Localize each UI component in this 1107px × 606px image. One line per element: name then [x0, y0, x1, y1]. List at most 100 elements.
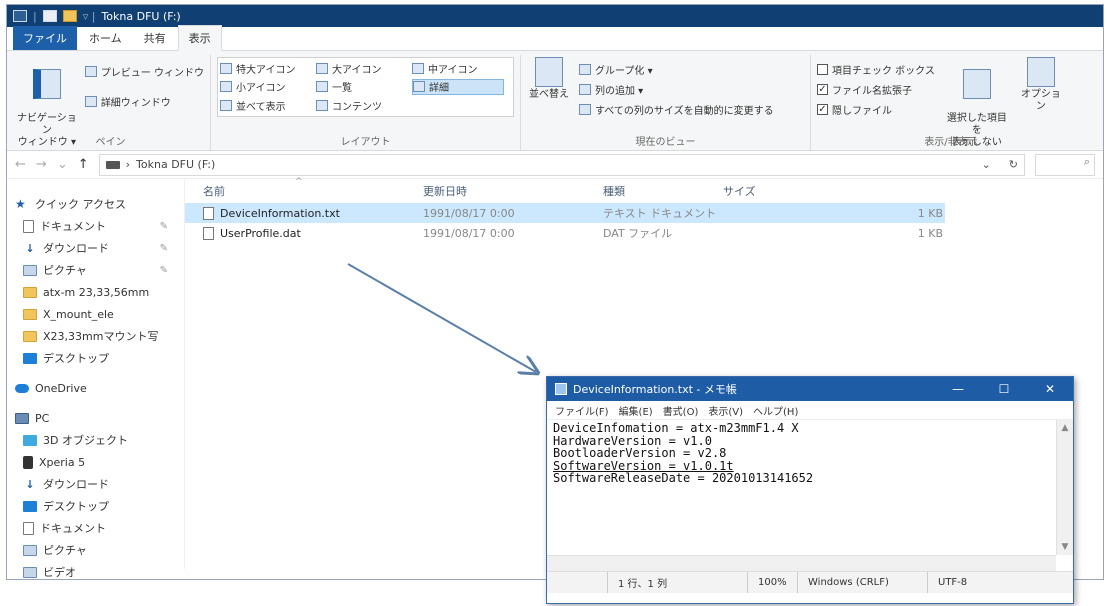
options-button[interactable]: オプション: [1019, 57, 1063, 132]
recent-locations-chevron-icon[interactable]: ⌄: [57, 157, 68, 172]
file-extensions-toggle[interactable]: ✓ ファイル名拡張子: [817, 81, 935, 97]
navigation-pane-button[interactable]: ナビゲーション ウィンドウ ▾: [17, 57, 77, 148]
window-menu-icon[interactable]: [13, 10, 27, 22]
cloud-icon: [15, 383, 29, 393]
column-header-date[interactable]: 更新日時: [423, 183, 603, 199]
new-folder-icon[interactable]: [62, 10, 77, 22]
nav-pc-pictures[interactable]: ピクチャ: [13, 539, 184, 561]
group-by-button[interactable]: グループ化 ▾: [579, 61, 774, 77]
column-header-name[interactable]: 名前: [203, 183, 423, 199]
layout-content[interactable]: コンテンツ: [316, 97, 408, 113]
forward-arrow-icon[interactable]: →: [36, 157, 47, 172]
scroll-up-icon[interactable]: ▲: [1057, 420, 1073, 436]
file-icon: [203, 226, 214, 240]
notepad-editor[interactable]: DeviceInfomation = atx-m23mmF1.4 X Hardwa…: [547, 419, 1073, 571]
file-type: DAT ファイル: [603, 227, 673, 240]
options-icon: [1026, 57, 1055, 87]
up-arrow-icon[interactable]: ↑: [78, 157, 89, 172]
menu-view[interactable]: 表示(V): [708, 403, 743, 418]
group-by-icon: [579, 63, 591, 75]
pin-icon: ✎: [159, 242, 168, 254]
nav-quick-access[interactable]: ★ クイック アクセス: [13, 193, 184, 215]
add-columns-button[interactable]: 列の追加 ▾: [579, 81, 774, 97]
quick-access-dropdown-icon[interactable]: ▿ |: [83, 10, 96, 23]
layout-details[interactable]: 詳細: [412, 78, 504, 95]
nav-item-downloads[interactable]: ↓ ダウンロード ✎: [13, 237, 184, 259]
address-dropdown-icon[interactable]: ⌄: [982, 158, 991, 171]
notepad-text-area[interactable]: DeviceInfomation = atx-m23mmF1.4 X Hardwa…: [553, 422, 1051, 555]
layout-extra-large-icons[interactable]: 特大アイコン: [220, 60, 312, 76]
nav-pc-documents[interactable]: ドキュメント: [13, 517, 184, 539]
column-headers: ^ 名前 更新日時 種類 サイズ: [185, 177, 1103, 203]
hidden-items-toggle[interactable]: ✓ 隠しファイル: [817, 101, 935, 117]
address-bar[interactable]: › Tokna DFU (F:) ⌄ ↻: [98, 153, 1025, 176]
menu-format[interactable]: 書式(O): [663, 403, 699, 418]
properties-icon[interactable]: [42, 10, 57, 22]
nav-pc-3d-objects[interactable]: 3D オブジェクト: [13, 429, 184, 451]
menu-file[interactable]: ファイル(F): [555, 403, 609, 418]
status-line-ending: Windows (CRLF): [797, 572, 927, 593]
sort-by-button[interactable]: 並べ替え: [527, 57, 571, 132]
tab-view[interactable]: 表示: [177, 25, 222, 51]
ribbon-group-current-view: 並べ替え グループ化 ▾ 列の追加 ▾ すべての列のサイズを自動的に変更する 現…: [521, 55, 811, 150]
close-icon[interactable]: ✕: [1027, 382, 1073, 396]
scroll-down-icon[interactable]: ▼: [1057, 539, 1073, 555]
folder-icon: [23, 330, 37, 342]
document-icon: [23, 521, 34, 535]
video-icon: [23, 566, 37, 578]
breadcrumb-current[interactable]: Tokna DFU (F:): [136, 158, 215, 171]
nav-item-desktop[interactable]: デスクトップ: [13, 347, 184, 369]
column-header-type[interactable]: 種類: [603, 183, 723, 199]
menu-edit[interactable]: 編集(E): [619, 403, 653, 418]
text-line: BootloaderVersion = v2.8: [553, 446, 727, 460]
nav-pc-videos[interactable]: ビデオ: [13, 561, 184, 579]
nav-pc[interactable]: PC: [13, 407, 184, 429]
nav-item-pictures[interactable]: ピクチャ ✎: [13, 259, 184, 281]
layout-large-icons[interactable]: 大アイコン: [316, 60, 408, 76]
pin-icon: ✎: [159, 264, 168, 276]
file-name: DeviceInformation.txt: [220, 206, 340, 220]
nav-onedrive[interactable]: OneDrive: [13, 377, 184, 399]
add-columns-icon: [579, 83, 591, 95]
nav-pc-downloads[interactable]: ↓ ダウンロード: [13, 473, 184, 495]
size-columns-button[interactable]: すべての列のサイズを自動的に変更する: [579, 101, 774, 117]
refresh-icon[interactable]: ↻: [1009, 158, 1018, 171]
layout-small-icons[interactable]: 小アイコン: [220, 79, 312, 95]
tab-home[interactable]: ホーム: [79, 26, 132, 50]
notepad-title: DeviceInformation.txt - メモ帳: [573, 383, 737, 396]
vertical-scrollbar[interactable]: ▲ ▼: [1056, 420, 1073, 555]
nav-pc-xperia[interactable]: Xperia 5: [13, 451, 184, 473]
tab-share[interactable]: 共有: [134, 26, 176, 50]
nav-pc-desktop[interactable]: デスクトップ: [13, 495, 184, 517]
file-date: 1991/08/17 0:00: [423, 226, 515, 240]
back-arrow-icon[interactable]: ←: [15, 157, 26, 172]
menu-help[interactable]: ヘルプ(H): [753, 403, 798, 418]
navigation-pane: ★ クイック アクセス ドキュメント ✎ ↓ ダウンロード ✎ ピクチャ ✎ atx-m …: [7, 179, 185, 579]
hide-selected-button[interactable]: 選択した項目を 表示しない: [945, 57, 1009, 148]
ribbon-group-show-hide: 項目チェック ボックス ✓ ファイル名拡張子 ✓ 隠しファイル 選択した項目を 表示…: [811, 55, 1091, 150]
layout-list[interactable]: 一覧: [316, 79, 408, 95]
item-checkboxes-toggle[interactable]: 項目チェック ボックス: [817, 61, 935, 77]
details-pane-button[interactable]: 詳細ウィンドウ: [84, 93, 204, 109]
nav-item-folder-xmount[interactable]: X_mount_ele: [13, 303, 184, 325]
layout-medium-icons[interactable]: 中アイコン: [412, 60, 504, 76]
nav-item-folder-atx[interactable]: atx-m 23,33,56mm: [13, 281, 184, 303]
maximize-icon[interactable]: ☐: [981, 382, 1027, 396]
horizontal-scrollbar[interactable]: [547, 555, 1056, 571]
checkbox-unchecked: [817, 63, 828, 75]
notepad-icon: [555, 383, 567, 395]
window-title: Tokna DFU (F:): [101, 9, 181, 23]
column-header-size[interactable]: サイズ: [723, 183, 823, 199]
layout-tiles[interactable]: 並べて表示: [220, 97, 312, 113]
ribbon-group-label-layout: レイアウト: [340, 137, 391, 148]
minimize-icon[interactable]: —: [935, 382, 981, 396]
preview-pane-button[interactable]: プレビュー ウィンドウ: [84, 63, 204, 79]
star-icon: ★: [15, 197, 26, 211]
search-box[interactable]: ⌕: [1035, 153, 1095, 176]
file-row[interactable]: UserProfile.dat 1991/08/17 0:00 DAT ファイル…: [185, 223, 1103, 243]
file-row[interactable]: DeviceInformation.txt 1991/08/17 0:00 テキ…: [185, 203, 945, 223]
status-cursor-position: 1 行、1 列: [607, 572, 747, 593]
tab-file[interactable]: ファイル: [13, 26, 77, 50]
nav-item-folder-x23[interactable]: X23,33mmマウント写: [13, 325, 184, 347]
nav-item-documents[interactable]: ドキュメント ✎: [13, 215, 184, 237]
